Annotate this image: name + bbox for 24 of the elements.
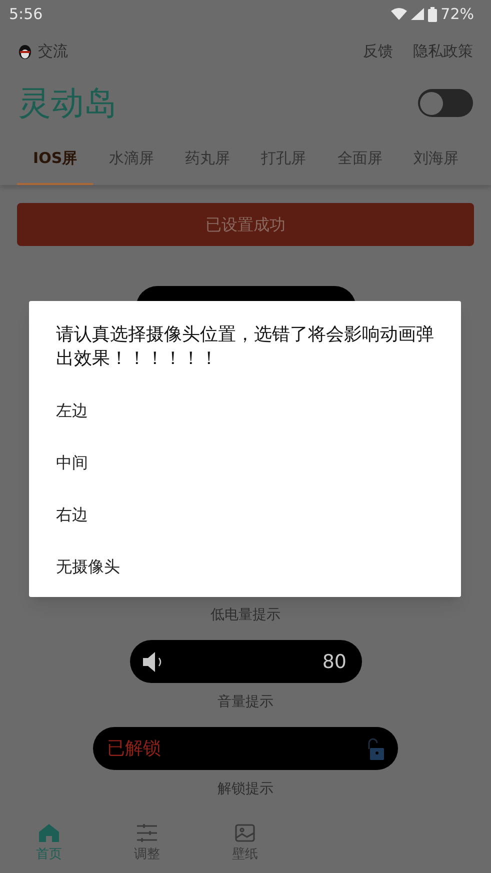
screen-tab[interactable]: 刘海屏 [398, 132, 474, 186]
dialog-option[interactable]: 左边 [56, 385, 434, 437]
screen-tab[interactable]: 药丸屏 [169, 132, 246, 186]
screen-tab[interactable]: 打孔屏 [246, 132, 322, 186]
screen-tab[interactable]: IOS屏 [17, 132, 94, 186]
status-button[interactable]: 已设置成功 [17, 203, 474, 246]
volume-value: 80 [322, 650, 346, 675]
header-link[interactable]: 反馈 [363, 40, 393, 62]
header-link[interactable]: 隐私政策 [413, 40, 473, 62]
dialog-option[interactable]: 中间 [56, 437, 434, 489]
preview-caption: 音量提示 [218, 693, 274, 712]
dialog-message: 请认真选择摄像头位置，选错了将会影响动画弹出效果！！！！！！ [56, 323, 434, 371]
preview-caption: 低电量提示 [210, 606, 280, 626]
screen-tab[interactable]: 水滴屏 [93, 132, 170, 186]
battery-percent: 72% [440, 4, 474, 25]
nav-tab[interactable]: 首页 [0, 822, 98, 864]
dialog-option[interactable]: 右边 [56, 489, 434, 541]
app-title: 灵动岛 [18, 82, 117, 124]
unlock-status: 已解锁 [107, 737, 161, 762]
dialog-option[interactable]: 无摄像头 [56, 541, 434, 593]
screen-tab[interactable]: 全面屏 [322, 132, 398, 186]
chat-link[interactable]: 交流 [38, 40, 68, 62]
preview-caption: 解锁提示 [218, 780, 274, 800]
status-time: 5:56 [9, 4, 43, 25]
